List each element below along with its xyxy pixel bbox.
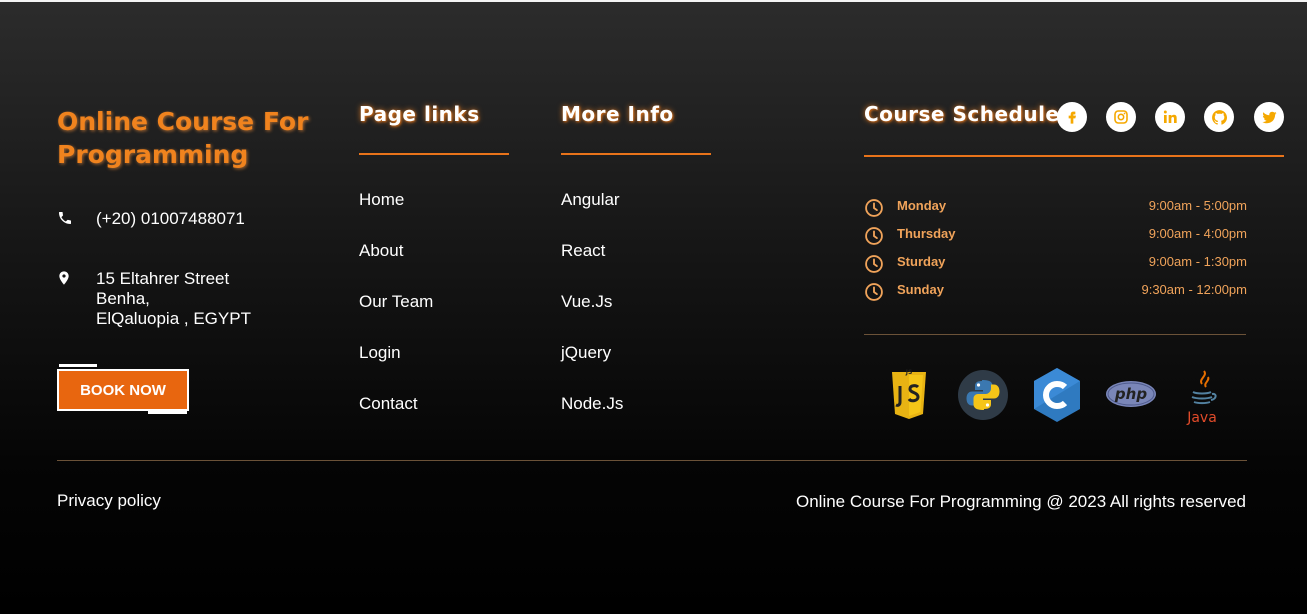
- javascript-logo-icon: JS: [892, 369, 926, 419]
- java-logo-icon: Java: [1186, 370, 1217, 426]
- link-vuejs[interactable]: Vue.Js: [561, 292, 612, 312]
- clock-icon: [865, 255, 883, 273]
- linkedin-button[interactable]: [1155, 102, 1185, 132]
- clock-icon: [865, 283, 883, 301]
- brand-title: Online Course For Programming: [57, 107, 309, 169]
- python-logo-icon: [958, 370, 1008, 420]
- twitter-button[interactable]: [1254, 102, 1284, 132]
- schedule-divider: [864, 334, 1246, 335]
- top-border: [0, 0, 1307, 2]
- address-line-2: Benha,: [96, 289, 150, 308]
- php-logo-icon: php: [1106, 381, 1156, 407]
- schedule-time-thursday: 9:00am - 4:00pm: [1148, 226, 1247, 241]
- github-icon: [1211, 109, 1227, 125]
- c-language-logo-icon: [1034, 368, 1080, 422]
- php-logo-label: php: [1114, 385, 1147, 403]
- schedule-time-sunday: 9:30am - 12:00pm: [1141, 282, 1247, 297]
- schedule-time-monday: 9:00am - 5:00pm: [1148, 198, 1247, 213]
- more-info-heading: More Info: [561, 102, 674, 126]
- link-home[interactable]: Home: [359, 190, 404, 210]
- link-contact[interactable]: Contact: [359, 394, 418, 414]
- clock-icon: [865, 227, 883, 245]
- schedule-day-sunday: Sunday: [897, 282, 944, 297]
- phone-number: (+20) 01007488071: [96, 209, 245, 228]
- link-nodejs[interactable]: Node.Js: [561, 394, 623, 414]
- page-links-heading: Page links: [359, 102, 480, 126]
- facebook-button[interactable]: [1057, 102, 1087, 132]
- footer-divider: [57, 460, 1247, 461]
- address: 15 Eltahrer Street Benha, ElQaluopia , E…: [96, 269, 251, 329]
- link-login[interactable]: Login: [359, 343, 401, 363]
- course-schedule-heading: Course Schedule: [864, 102, 1060, 126]
- instagram-icon: [1114, 110, 1128, 124]
- page-links-underline: [359, 153, 509, 155]
- location-pin-icon: [59, 271, 69, 285]
- link-our-team[interactable]: Our Team: [359, 292, 433, 312]
- button-decoration-top: [59, 364, 97, 367]
- button-decoration-bottom: [148, 411, 187, 414]
- facebook-icon: [1068, 111, 1076, 124]
- address-line-3: ElQaluopia , EGYPT: [96, 309, 251, 328]
- phone-icon: [59, 212, 71, 224]
- book-now-button[interactable]: BOOK NOW: [57, 369, 189, 411]
- link-about[interactable]: About: [359, 241, 403, 261]
- schedule-underline: [864, 155, 1284, 157]
- instagram-button[interactable]: [1106, 102, 1136, 132]
- book-now-wrapper: BOOK NOW: [57, 364, 191, 416]
- more-info-underline: [561, 153, 711, 155]
- java-logo-label: Java: [1186, 410, 1217, 426]
- link-angular[interactable]: Angular: [561, 190, 620, 210]
- copyright-text: Online Course For Programming @ 2023 All…: [795, 492, 1246, 511]
- linkedin-icon: [1163, 110, 1177, 123]
- github-button[interactable]: [1204, 102, 1234, 132]
- schedule-day-monday: Monday: [897, 198, 947, 213]
- address-line-1: 15 Eltahrer Street: [96, 269, 230, 288]
- link-react[interactable]: React: [561, 241, 605, 261]
- js-logo-label: JS: [905, 369, 913, 376]
- link-jquery[interactable]: jQuery: [561, 343, 611, 363]
- clock-icon: [865, 199, 883, 217]
- schedule-day-saturday: Sturday: [897, 254, 946, 269]
- twitter-icon: [1261, 111, 1277, 123]
- schedule-time-saturday: 9:00am - 1:30pm: [1148, 254, 1247, 269]
- privacy-policy-link[interactable]: Privacy policy: [57, 491, 161, 511]
- schedule-day-thursday: Thursday: [897, 226, 956, 241]
